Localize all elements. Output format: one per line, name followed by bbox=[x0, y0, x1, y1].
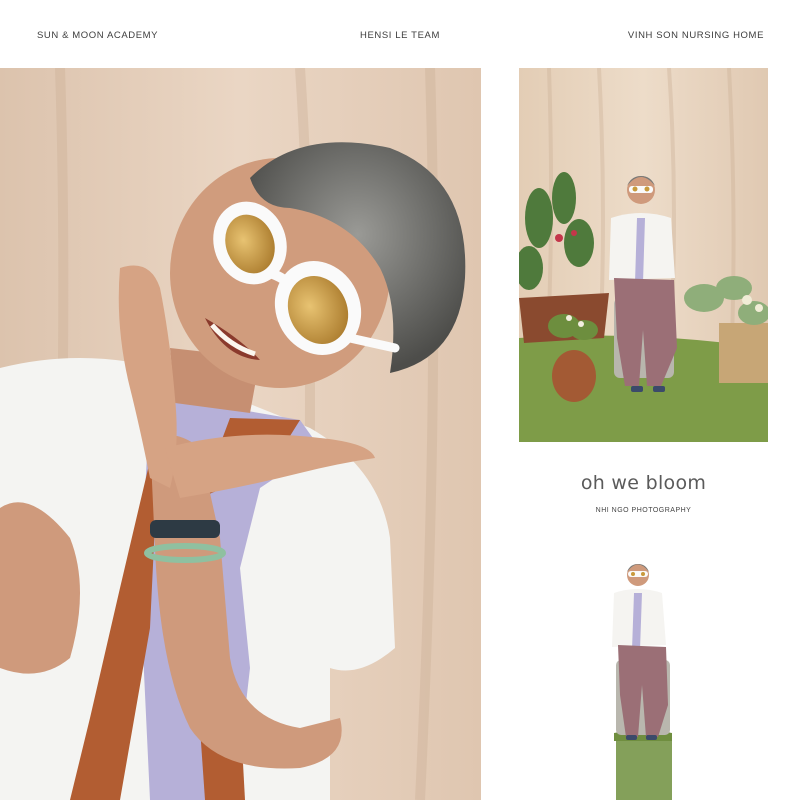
garden-scene-illustration bbox=[519, 68, 768, 442]
beaded-bracelet bbox=[150, 520, 220, 538]
brand-title: oh we bloom bbox=[580, 472, 707, 494]
pedestal-cutout-illustration bbox=[612, 564, 672, 800]
clay-pot bbox=[552, 350, 596, 402]
garden-scene-photo bbox=[519, 68, 768, 442]
main-portrait-photo bbox=[0, 68, 481, 800]
wicker-basket bbox=[719, 323, 768, 383]
pedestal-cutout-photo bbox=[600, 555, 686, 800]
photographer-credit: NHI NGO PHOTOGRAPHY bbox=[595, 507, 692, 514]
green-pedestal bbox=[616, 737, 672, 800]
header-right-text: VINH SON NURSING HOME bbox=[627, 30, 764, 41]
main-portrait-illustration bbox=[0, 68, 481, 800]
